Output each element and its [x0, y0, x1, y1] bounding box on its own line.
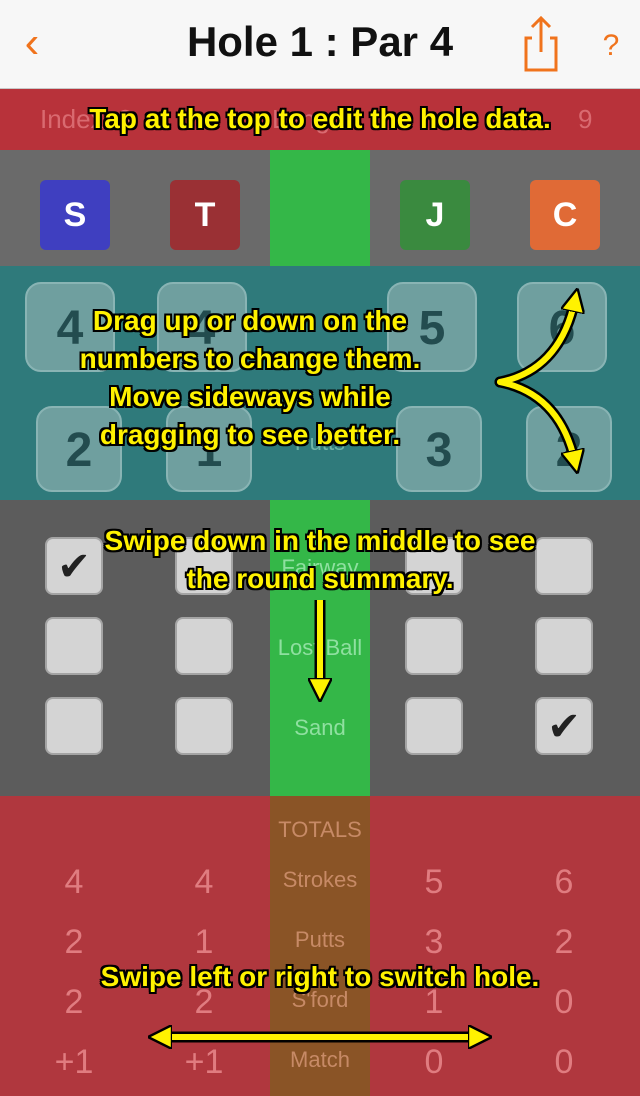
hint-edit-hole: Tap at the top to edit the hole data. [89, 103, 551, 134]
hint-drag-numbers: Drag up or down on the numbers to change… [79, 305, 421, 450]
hint-switch-hole: Swipe left or right to switch hole. [100, 961, 540, 992]
hint-swipe-down: Swipe down in the middle to see the roun… [104, 525, 536, 594]
